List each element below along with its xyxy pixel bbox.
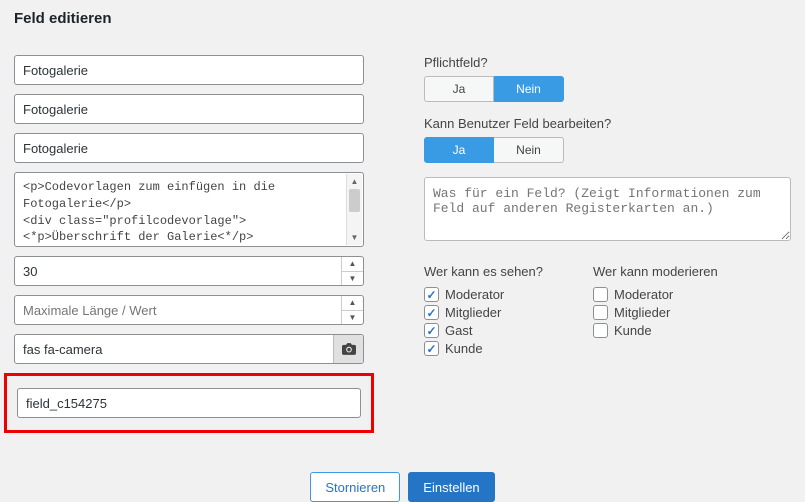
- required-toggle[interactable]: Ja Nein: [424, 76, 791, 102]
- maxlen-input[interactable]: [14, 295, 364, 325]
- required-no-button[interactable]: Nein: [494, 76, 564, 102]
- field-input-1[interactable]: [14, 55, 364, 85]
- checkbox[interactable]: [593, 287, 608, 302]
- checkbox-label: Mitglieder: [614, 305, 670, 320]
- checkbox-label: Gast: [445, 323, 472, 338]
- perm-see-column: Wer kann es sehen? Moderator Mitglieder …: [424, 264, 543, 359]
- step-up-icon[interactable]: ▲: [342, 296, 363, 311]
- checkbox[interactable]: [424, 323, 439, 338]
- required-yes-button[interactable]: Ja: [424, 76, 494, 102]
- camera-icon: [342, 343, 356, 355]
- number-stepper[interactable]: ▲▼: [341, 296, 363, 324]
- checkbox[interactable]: [424, 287, 439, 302]
- perm-mod-title: Wer kann moderieren: [593, 264, 718, 279]
- checkbox-label: Mitglieder: [445, 305, 501, 320]
- number-stepper[interactable]: ▲▼: [341, 257, 363, 285]
- editable-toggle[interactable]: Ja Nein: [424, 137, 791, 163]
- checkbox-label: Kunde: [614, 323, 652, 338]
- cancel-button[interactable]: Stornieren: [310, 472, 400, 502]
- perm-mod-column: Wer kann moderieren Moderator Mitglieder…: [593, 264, 718, 359]
- editable-label: Kann Benutzer Feld bearbeiten?: [424, 116, 791, 131]
- page-title: Feld editieren: [14, 10, 791, 27]
- scroll-down-icon[interactable]: ▼: [347, 230, 362, 245]
- field-key-input[interactable]: [17, 388, 361, 418]
- field-input-3[interactable]: [14, 133, 364, 163]
- required-label: Pflichtfeld?: [424, 55, 791, 70]
- checkbox[interactable]: [593, 323, 608, 338]
- perm-see-title: Wer kann es sehen?: [424, 264, 543, 279]
- left-column: ▲ ▼ ▲▼ ▲▼: [14, 55, 364, 442]
- scroll-up-icon[interactable]: ▲: [347, 174, 362, 189]
- highlighted-field-key-row: [4, 373, 374, 433]
- checkbox[interactable]: [424, 341, 439, 356]
- number-input-1[interactable]: [14, 256, 364, 286]
- right-column: Pflichtfeld? Ja Nein Kann Benutzer Feld …: [424, 55, 791, 442]
- field-input-2[interactable]: [14, 94, 364, 124]
- icon-preview: [333, 335, 363, 363]
- checkbox[interactable]: [424, 305, 439, 320]
- step-up-icon[interactable]: ▲: [342, 257, 363, 272]
- icon-class-input[interactable]: [14, 334, 364, 364]
- code-textarea[interactable]: [15, 173, 363, 243]
- checkbox[interactable]: [593, 305, 608, 320]
- textarea-scrollbar[interactable]: ▲ ▼: [346, 174, 362, 245]
- checkbox-label: Moderator: [614, 287, 673, 302]
- step-down-icon[interactable]: ▼: [342, 272, 363, 286]
- checkbox-label: Kunde: [445, 341, 483, 356]
- checkbox-label: Moderator: [445, 287, 504, 302]
- step-down-icon[interactable]: ▼: [342, 311, 363, 325]
- submit-button[interactable]: Einstellen: [408, 472, 494, 502]
- editable-no-button[interactable]: Nein: [494, 137, 564, 163]
- editable-yes-button[interactable]: Ja: [424, 137, 494, 163]
- footer-buttons: Stornieren Einstellen: [14, 472, 791, 502]
- description-textarea[interactable]: [424, 177, 791, 241]
